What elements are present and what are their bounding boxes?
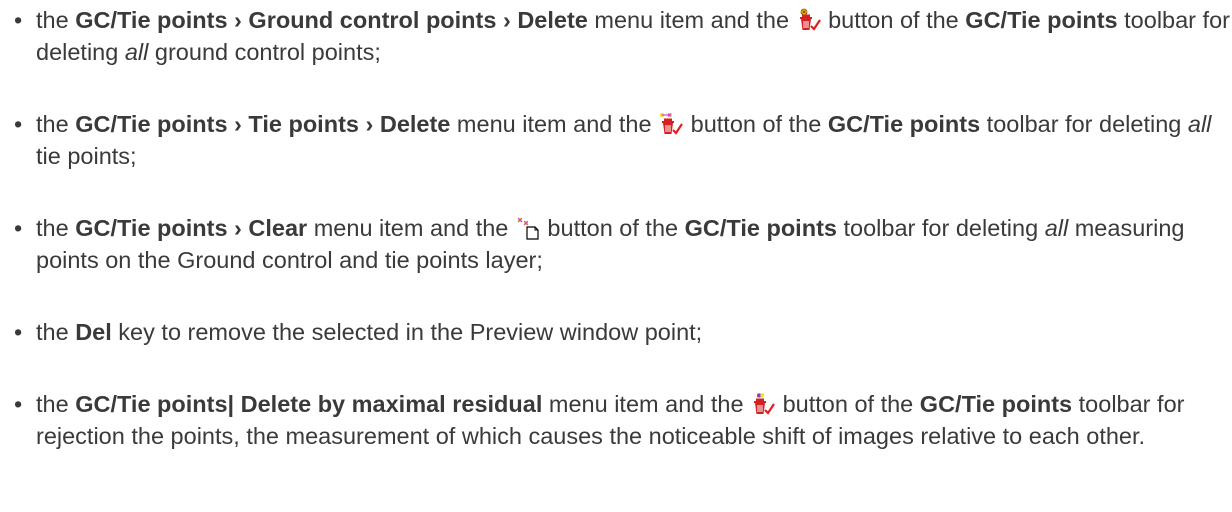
- text-segment: menu item and the: [542, 391, 751, 417]
- text-segment: menu item and the: [450, 111, 659, 137]
- list-item: the GC/Tie points| Delete by maximal res…: [0, 388, 1232, 452]
- text-segment: menu item and the: [587, 7, 796, 33]
- emphasis: all: [1187, 111, 1212, 137]
- text-segment: the: [36, 7, 76, 33]
- text-segment: the: [36, 111, 76, 137]
- text-segment: the: [36, 391, 76, 417]
- text-segment: the: [36, 319, 76, 345]
- toolbar-name: GC/Tie points: [827, 111, 981, 137]
- text-segment: button of the: [540, 215, 685, 241]
- clear-points-icon: [516, 216, 540, 240]
- menu-path: GC/Tie points › Ground control points › …: [75, 7, 588, 33]
- text-segment: button of the: [684, 111, 828, 137]
- bullet-list: the GC/Tie points › Ground control point…: [0, 4, 1232, 452]
- menu-path: GC/Tie points › Tie points › Delete: [75, 111, 451, 137]
- list-item: the Del key to remove the selected in th…: [0, 316, 1232, 348]
- emphasis: all: [1044, 215, 1069, 241]
- key-name: Del: [75, 319, 112, 345]
- list-item: the GC/Tie points › Tie points › Delete …: [0, 108, 1232, 172]
- delete-tie-points-icon: [659, 112, 684, 136]
- text-segment: button of the: [776, 391, 920, 417]
- text-segment: tie points;: [36, 143, 137, 169]
- menu-path: GC/Tie points › Clear: [75, 215, 308, 241]
- menu-path: GC/Tie points| Delete by maximal residua…: [75, 391, 543, 417]
- text-segment: button of the: [821, 7, 966, 33]
- toolbar-name: GC/Tie points: [684, 215, 837, 241]
- text-segment: the: [36, 215, 76, 241]
- delete-gcp-icon: [797, 8, 821, 32]
- text-segment: ground control points;: [148, 39, 381, 65]
- text-segment: key to remove the selected in the Previe…: [111, 319, 703, 345]
- list-item: the GC/Tie points › Clear menu item and …: [0, 212, 1232, 276]
- text-segment: toolbar for deleting: [980, 111, 1188, 137]
- toolbar-name: GC/Tie points: [919, 391, 1073, 417]
- delete-by-residual-icon: [751, 392, 775, 416]
- document-page: the GC/Tie points › Ground control point…: [0, 0, 1232, 512]
- text-segment: toolbar for deleting: [836, 215, 1045, 241]
- toolbar-name: GC/Tie points: [965, 7, 1118, 33]
- emphasis: all: [124, 39, 149, 65]
- text-segment: menu item and the: [307, 215, 515, 241]
- list-item: the GC/Tie points › Ground control point…: [0, 4, 1232, 68]
